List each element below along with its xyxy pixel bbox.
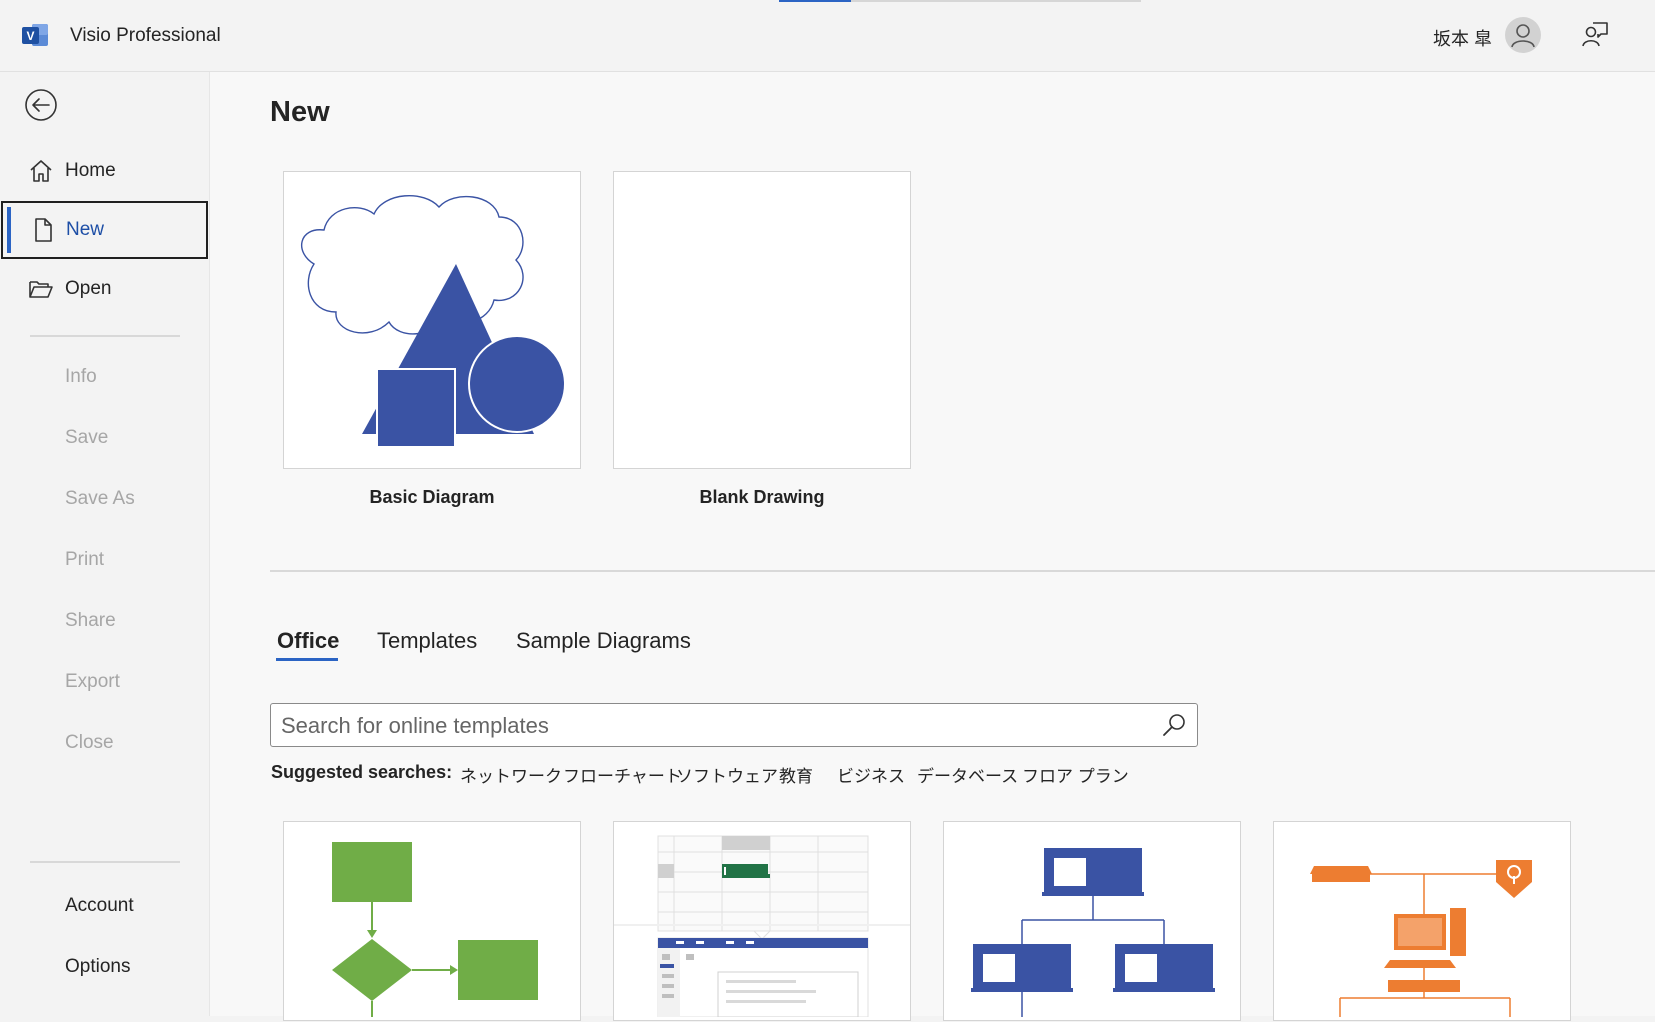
suggested-search-link[interactable]: フローチャート xyxy=(563,762,682,787)
svg-text:V: V xyxy=(26,29,34,43)
tab-sample-diagrams[interactable]: Sample Diagrams xyxy=(516,628,691,654)
loading-progress-bar xyxy=(779,0,1141,2)
sidebar-item-label: Close xyxy=(65,732,114,753)
template-search-box xyxy=(270,703,1198,747)
search-icon[interactable] xyxy=(1161,712,1187,738)
sidebar-item-home[interactable]: Home xyxy=(0,142,209,200)
sidebar-divider xyxy=(30,861,180,863)
basic-diagram-thumbnail xyxy=(301,195,566,448)
sidebar-item-export[interactable]: Export xyxy=(0,653,209,711)
sidebar-item-share[interactable]: Share xyxy=(0,592,209,650)
suggested-search-link[interactable]: ビジネス xyxy=(837,762,905,787)
sidebar-item-label: Home xyxy=(65,160,116,181)
sidebar-item-label: Open xyxy=(65,278,112,299)
sidebar-item-label: Export xyxy=(65,671,120,692)
suggested-search-link[interactable]: ソフトウェア xyxy=(676,762,778,787)
home-icon xyxy=(30,160,52,182)
org-chart-thumbnail xyxy=(971,848,1215,1017)
sidebar-item-label: Save As xyxy=(65,488,135,509)
sidebar-item-new[interactable]: New xyxy=(1,201,208,259)
template-tile-wireframe[interactable] xyxy=(613,821,911,1021)
sidebar-divider xyxy=(30,335,180,337)
avatar[interactable] xyxy=(1505,17,1541,53)
template-label-blank-drawing[interactable]: Blank Drawing xyxy=(612,487,912,508)
title-bar: V Visio Professional 坂本 皐 xyxy=(0,0,1655,72)
back-arrow-icon[interactable] xyxy=(24,88,58,122)
tab-office[interactable]: Office xyxy=(277,628,339,654)
search-input[interactable] xyxy=(279,708,1133,744)
backstage-sidebar: Home New Open Info Save Save As Print Sh… xyxy=(0,72,210,1016)
sidebar-item-close[interactable]: Close xyxy=(0,714,209,772)
sidebar-item-save[interactable]: Save xyxy=(0,409,209,467)
sidebar-item-label: Print xyxy=(65,549,105,570)
template-tile-blank-drawing[interactable] xyxy=(613,171,911,469)
page-title: New xyxy=(270,96,330,128)
sidebar-item-save-as[interactable]: Save As xyxy=(0,470,209,528)
template-label-basic-diagram[interactable]: Basic Diagram xyxy=(282,487,582,508)
wireframe-thumbnail xyxy=(614,835,910,1018)
sidebar-item-label: Options xyxy=(65,956,131,977)
suggested-search-link[interactable]: データベース xyxy=(917,762,1018,787)
section-divider xyxy=(270,570,1655,572)
open-folder-icon xyxy=(29,281,53,298)
sidebar-item-label: Save xyxy=(65,427,109,448)
feedback-icon[interactable] xyxy=(1580,20,1610,50)
template-tile-flowchart[interactable] xyxy=(283,821,581,1021)
sidebar-item-account[interactable]: Account xyxy=(0,877,209,935)
template-tile-network-diagram[interactable] xyxy=(1273,821,1571,1021)
suggested-search-link[interactable]: フロア プラン xyxy=(1022,762,1129,787)
person-icon xyxy=(1511,24,1535,48)
sidebar-item-open[interactable]: Open xyxy=(0,260,209,318)
sidebar-item-info[interactable]: Info xyxy=(0,348,209,406)
new-document-icon xyxy=(35,218,52,242)
sidebar-item-options[interactable]: Options xyxy=(0,938,209,996)
template-tile-org-chart[interactable] xyxy=(943,821,1241,1021)
sidebar-item-label: New xyxy=(66,219,105,240)
suggested-search-link[interactable]: 教育 xyxy=(779,762,813,787)
user-name[interactable]: 坂本 皐 xyxy=(1433,25,1492,51)
loading-progress-fill xyxy=(779,0,852,2)
suggested-searches-label: Suggested searches: xyxy=(271,762,453,782)
suggested-search-link[interactable]: ネットワーク xyxy=(460,762,562,787)
sidebar-item-print[interactable]: Print xyxy=(0,531,209,589)
sidebar-item-label: Account xyxy=(65,895,134,916)
app-title: Visio Professional xyxy=(70,25,221,46)
sidebar-item-label: Share xyxy=(65,610,116,631)
selection-indicator xyxy=(7,207,11,253)
network-diagram-thumbnail xyxy=(1310,860,1532,1017)
visio-logo-icon: V xyxy=(22,24,48,46)
main-content: New Basic Diagram Blank Drawing Office T… xyxy=(210,72,1655,1021)
active-tab-indicator xyxy=(276,658,338,661)
flowchart-thumbnail xyxy=(332,842,538,1017)
template-tile-basic-diagram[interactable] xyxy=(283,171,581,469)
sidebar-item-label: Info xyxy=(65,366,97,387)
tab-templates[interactable]: Templates xyxy=(377,628,477,654)
